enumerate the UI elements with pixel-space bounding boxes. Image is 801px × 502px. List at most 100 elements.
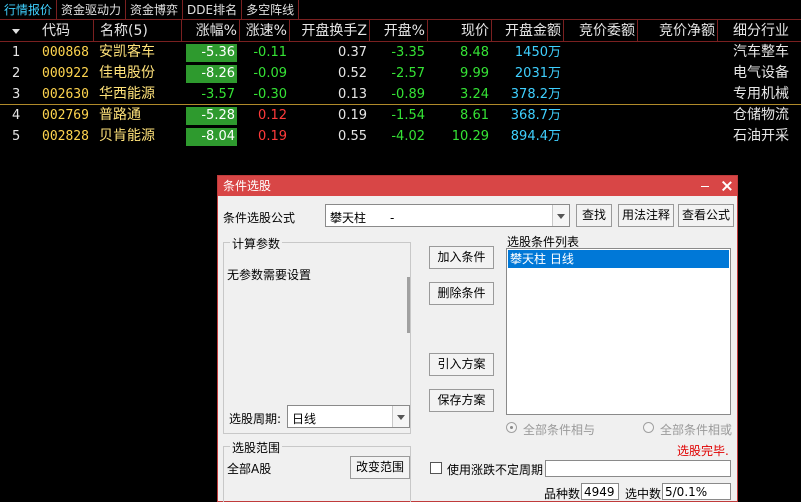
dialog-title-bar[interactable]: 条件选股 bbox=[218, 176, 737, 196]
open-amount: 1450万 bbox=[514, 45, 561, 60]
tab-fund-game[interactable]: 资金博弈 bbox=[126, 0, 184, 20]
save-scheme-button[interactable]: 保存方案 bbox=[429, 389, 494, 412]
delete-condition-button[interactable]: 删除条件 bbox=[429, 282, 494, 305]
tab-long-short[interactable]: 多空阵线 bbox=[242, 0, 300, 20]
selected-field: 5/0.1% bbox=[662, 483, 731, 500]
dialog-title: 条件选股 bbox=[223, 179, 272, 193]
row-index: 5 bbox=[12, 129, 21, 144]
price: 10.29 bbox=[451, 129, 489, 144]
table-row[interactable]: 5 002828 贝肯能源 -8.04 0.19 0.55 -4.02 10.2… bbox=[0, 126, 801, 147]
params-group-title: 计算参数 bbox=[230, 235, 283, 252]
or-radio-label: 全部条件相或 bbox=[660, 423, 733, 437]
usage-notes-button[interactable]: 用法注释 bbox=[618, 204, 674, 227]
open-turnover: 0.55 bbox=[338, 129, 367, 144]
col-header-name[interactable]: 名称(5) bbox=[100, 20, 180, 41]
open-turnover: 0.19 bbox=[338, 108, 367, 123]
open-amount: 368.7万 bbox=[510, 108, 561, 123]
col-header-bid-commission[interactable]: 竞价委额 bbox=[565, 20, 635, 41]
add-condition-button[interactable]: 加入条件 bbox=[429, 246, 494, 269]
stock-code: 000922 bbox=[42, 66, 89, 81]
industry: 仓储物流 bbox=[733, 107, 789, 123]
variable-period-input[interactable] bbox=[545, 460, 731, 477]
close-icon[interactable] bbox=[721, 180, 733, 192]
tab-dde-rank[interactable]: DDE排名 bbox=[183, 0, 243, 20]
range-group-title: 选股范围 bbox=[230, 439, 283, 456]
params-text: 无参数需要设置 bbox=[227, 268, 312, 282]
find-button[interactable]: 查找 bbox=[576, 204, 612, 227]
period-select[interactable]: 日线 bbox=[287, 405, 410, 428]
stock-code: 002630 bbox=[42, 87, 89, 102]
status-text: 选股完毕. bbox=[677, 444, 729, 458]
open-pct: -4.02 bbox=[391, 129, 425, 144]
industry: 专用机械 bbox=[733, 86, 789, 102]
tab-fund-drive[interactable]: 资金驱动力 bbox=[57, 0, 127, 20]
table-row[interactable]: 4 002769 普路通 -5.28 0.12 0.19 -1.54 8.61 … bbox=[0, 105, 801, 126]
col-header-price[interactable]: 现价 bbox=[429, 20, 489, 41]
stock-name: 安凯客车 bbox=[99, 44, 155, 60]
table-row[interactable]: 3 002630 华西能源 -3.57 -0.30 0.13 -0.89 3.2… bbox=[0, 84, 801, 105]
col-header-speed-pct[interactable]: 涨速% bbox=[241, 20, 287, 41]
formula-value: 攀天柱 - bbox=[330, 211, 395, 225]
import-scheme-button[interactable]: 引入方案 bbox=[429, 353, 494, 376]
condition-list[interactable]: 攀天柱 日线 bbox=[506, 248, 731, 415]
range-value: 全部A股 bbox=[227, 462, 272, 476]
table-row[interactable]: 1 000868 安凯客车 -5.36 -0.11 0.37 -3.35 8.4… bbox=[0, 42, 801, 63]
formula-label: 条件选股公式 bbox=[223, 211, 296, 225]
chevron-down-icon[interactable] bbox=[392, 406, 409, 427]
stock-name: 佳电股份 bbox=[99, 65, 155, 81]
speed-pct: -0.30 bbox=[253, 87, 287, 102]
formula-combo[interactable]: 攀天柱 - bbox=[325, 204, 570, 227]
stock-name: 普路通 bbox=[99, 107, 141, 123]
chevron-down-icon[interactable] bbox=[552, 205, 569, 226]
stock-code: 002769 bbox=[42, 108, 89, 123]
change-pct-cell: -3.57 bbox=[201, 87, 235, 102]
change-pct-cell: -8.26 bbox=[186, 65, 237, 83]
stock-code: 000868 bbox=[42, 45, 89, 60]
change-pct-cell: -5.36 bbox=[186, 44, 237, 62]
open-pct: -3.35 bbox=[391, 45, 425, 60]
col-header-change-pct[interactable]: 涨幅% bbox=[183, 20, 237, 41]
count-label: 品种数 bbox=[544, 487, 581, 501]
table-row[interactable]: 2 000922 佳电股份 -8.26 -0.09 0.52 -2.57 9.9… bbox=[0, 63, 801, 84]
change-range-button[interactable]: 改变范围 bbox=[350, 456, 410, 479]
row-index: 4 bbox=[12, 108, 21, 123]
tab-quotes[interactable]: 行情报价 bbox=[0, 0, 58, 20]
or-radio[interactable] bbox=[643, 422, 654, 433]
variable-period-checkbox[interactable] bbox=[430, 462, 442, 474]
row-index: 2 bbox=[12, 66, 21, 81]
period-label: 选股周期: bbox=[229, 412, 282, 426]
col-header-open-turnover[interactable]: 开盘换手Z bbox=[291, 20, 367, 41]
open-pct: -0.89 bbox=[391, 87, 425, 102]
change-pct-cell: -5.28 bbox=[186, 107, 237, 125]
industry: 电气设备 bbox=[733, 65, 789, 81]
open-turnover: 0.37 bbox=[338, 45, 367, 60]
selected-label: 选中数 bbox=[625, 487, 662, 501]
change-pct-cell: -8.04 bbox=[186, 128, 237, 146]
count-field: 4949 bbox=[581, 483, 619, 500]
col-header-open-pct[interactable]: 开盘% bbox=[371, 20, 425, 41]
and-radio[interactable] bbox=[506, 422, 517, 433]
speed-pct: -0.09 bbox=[253, 66, 287, 81]
params-scrollbar[interactable] bbox=[407, 277, 410, 333]
open-pct: -1.54 bbox=[391, 108, 425, 123]
col-header-open-amount[interactable]: 开盘金额 bbox=[493, 20, 561, 41]
industry: 石油开采 bbox=[733, 128, 789, 144]
open-amount: 378.2万 bbox=[510, 87, 561, 102]
price: 8.48 bbox=[460, 45, 489, 60]
table-header-row: 代码 名称(5) 涨幅% 涨速% 开盘换手Z 开盘% 现价 开盘金额 竞价委额 … bbox=[0, 20, 801, 42]
stock-name: 华西能源 bbox=[99, 86, 155, 102]
open-amount: 2031万 bbox=[514, 66, 561, 81]
open-turnover: 0.52 bbox=[338, 66, 367, 81]
count-value: 4949 bbox=[584, 485, 615, 499]
price: 8.61 bbox=[460, 108, 489, 123]
col-header-bid-net[interactable]: 竞价净额 bbox=[639, 20, 715, 41]
list-item[interactable]: 攀天柱 日线 bbox=[508, 250, 729, 268]
view-formula-button[interactable]: 查看公式 bbox=[678, 204, 734, 227]
col-header-code[interactable]: 代码 bbox=[42, 20, 92, 41]
col-header-industry[interactable]: 细分行业 bbox=[719, 20, 789, 41]
minimize-icon[interactable] bbox=[699, 180, 711, 192]
range-group: 选股范围 全部A股 改变范围 bbox=[223, 439, 411, 502]
selected-value: 5/0.1% bbox=[665, 485, 708, 499]
sort-dropdown-icon[interactable] bbox=[12, 29, 20, 34]
stock-code: 002828 bbox=[42, 129, 89, 144]
